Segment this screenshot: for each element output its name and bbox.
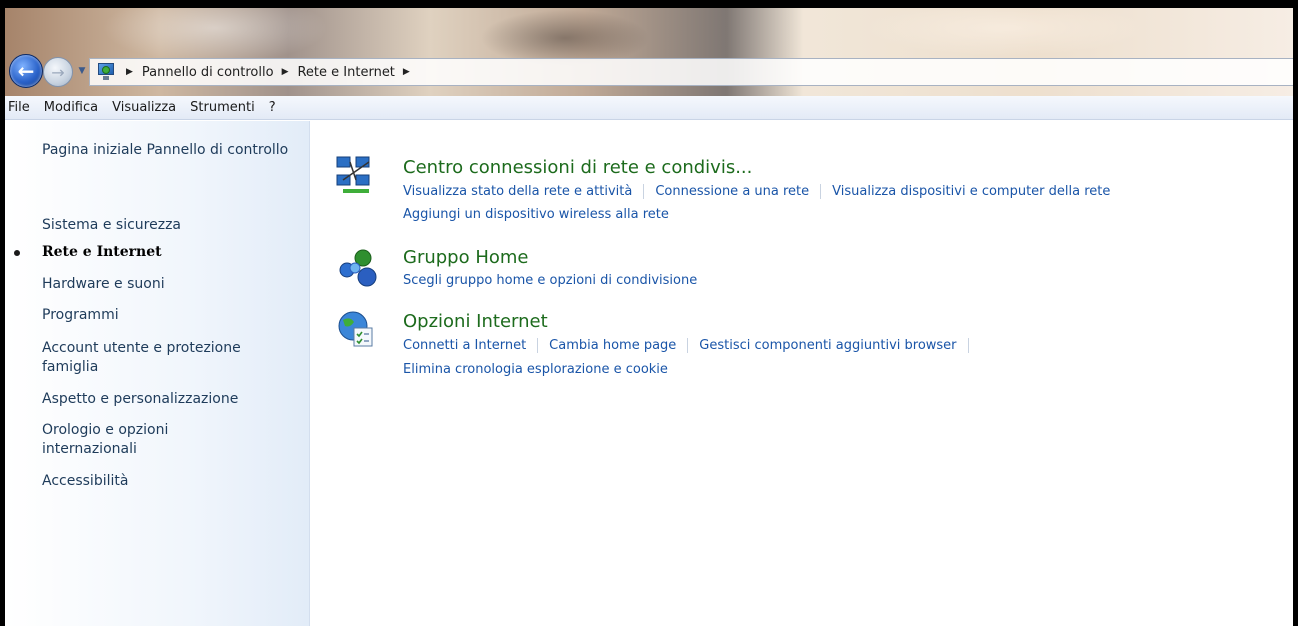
breadcrumb-arrow-icon[interactable]: ▶	[126, 67, 133, 77]
link-connect-to-network[interactable]: Connessione a una rete	[655, 184, 809, 199]
internet-options-links: Connetti a Internet Cambia home page Ges…	[403, 338, 980, 353]
link-connect-to-internet[interactable]: Connetti a Internet	[403, 338, 526, 353]
network-center-icon[interactable]	[335, 154, 377, 196]
sidebar-item-user-accounts[interactable]: Account utente e protezione famiglia	[42, 339, 287, 377]
internet-options-links-row2: Elimina cronologia esplorazione e cookie	[403, 362, 668, 377]
control-panel-icon	[96, 62, 118, 82]
sidebar-item-home[interactable]: Pagina iniziale Pannello di controllo	[42, 141, 292, 160]
network-center-links: Visualizza stato della rete e attività C…	[403, 184, 1110, 199]
breadcrumb-arrow-icon[interactable]: ▶	[282, 67, 289, 77]
back-button[interactable]: ←	[9, 54, 43, 88]
link-separator	[820, 184, 822, 199]
link-separator	[967, 338, 969, 353]
category-title-internet-options[interactable]: Opzioni Internet	[403, 311, 548, 332]
network-center-links-row2: Aggiungi un dispositivo wireless alla re…	[403, 207, 669, 222]
current-item-bullet-icon	[14, 250, 20, 256]
sidebar-item-programs[interactable]: Programmi	[42, 306, 292, 325]
title-bar: ← → ▼ ▶ Pannello di controllo ▶ Rete e I…	[5, 8, 1293, 96]
sidebar-item-appearance[interactable]: Aspetto e personalizzazione	[42, 390, 292, 409]
sidebar: Pagina iniziale Pannello di controllo Si…	[5, 121, 310, 626]
link-change-home-page[interactable]: Cambia home page	[549, 338, 676, 353]
sidebar-item-accessibility[interactable]: Accessibilità	[42, 472, 292, 491]
arrow-right-icon: →	[51, 62, 65, 82]
recent-pages-dropdown[interactable]: ▼	[76, 63, 88, 79]
link-delete-browsing-history[interactable]: Elimina cronologia esplorazione e cookie	[403, 362, 668, 377]
category-title-homegroup[interactable]: Gruppo Home	[403, 247, 529, 268]
link-separator	[537, 338, 539, 353]
address-bar[interactable]: ▶ Pannello di controllo ▶ Rete e Interne…	[89, 58, 1293, 86]
sidebar-item-system-security[interactable]: Sistema e sicurezza	[42, 216, 292, 235]
link-manage-addons[interactable]: Gestisci componenti aggiuntivi browser	[699, 338, 956, 353]
menu-file[interactable]: File	[5, 100, 37, 115]
homegroup-icon[interactable]	[337, 248, 379, 290]
link-view-network-devices[interactable]: Visualizza dispositivi e computer della …	[832, 184, 1110, 199]
link-add-wireless-device[interactable]: Aggiungi un dispositivo wireless alla re…	[403, 207, 669, 222]
sidebar-item-clock-region[interactable]: Orologio e opzioni internazionali	[42, 421, 232, 459]
menu-edit[interactable]: Modifica	[37, 100, 105, 115]
menu-view[interactable]: Visualizza	[105, 100, 183, 115]
arrow-left-icon: ←	[17, 59, 35, 83]
link-separator	[643, 184, 645, 199]
breadcrumb-arrow-icon[interactable]: ▶	[403, 67, 410, 77]
internet-options-icon[interactable]	[336, 308, 378, 350]
menu-help[interactable]: ?	[262, 100, 283, 115]
control-panel-window: ← → ▼ ▶ Pannello di controllo ▶ Rete e I…	[5, 8, 1293, 626]
link-choose-homegroup-options[interactable]: Scegli gruppo home e opzioni di condivis…	[403, 273, 697, 288]
sidebar-item-hardware-sound[interactable]: Hardware e suoni	[42, 275, 292, 294]
menu-tools[interactable]: Strumenti	[183, 100, 262, 115]
category-title-network-center[interactable]: Centro connessioni di rete e condivis...	[403, 157, 752, 178]
link-separator	[687, 338, 689, 353]
link-view-network-status[interactable]: Visualizza stato della rete e attività	[403, 184, 632, 199]
breadcrumb-control-panel[interactable]: Pannello di controllo	[142, 65, 274, 80]
breadcrumb-network-internet[interactable]: Rete e Internet	[297, 65, 394, 80]
forward-button[interactable]: →	[43, 57, 73, 87]
homegroup-links: Scegli gruppo home e opzioni di condivis…	[403, 273, 697, 288]
menu-bar: File Modifica Visualizza Strumenti ?	[5, 96, 1293, 120]
chevron-down-icon: ▼	[78, 66, 86, 76]
sidebar-item-network-internet: Rete e Internet	[42, 244, 162, 260]
